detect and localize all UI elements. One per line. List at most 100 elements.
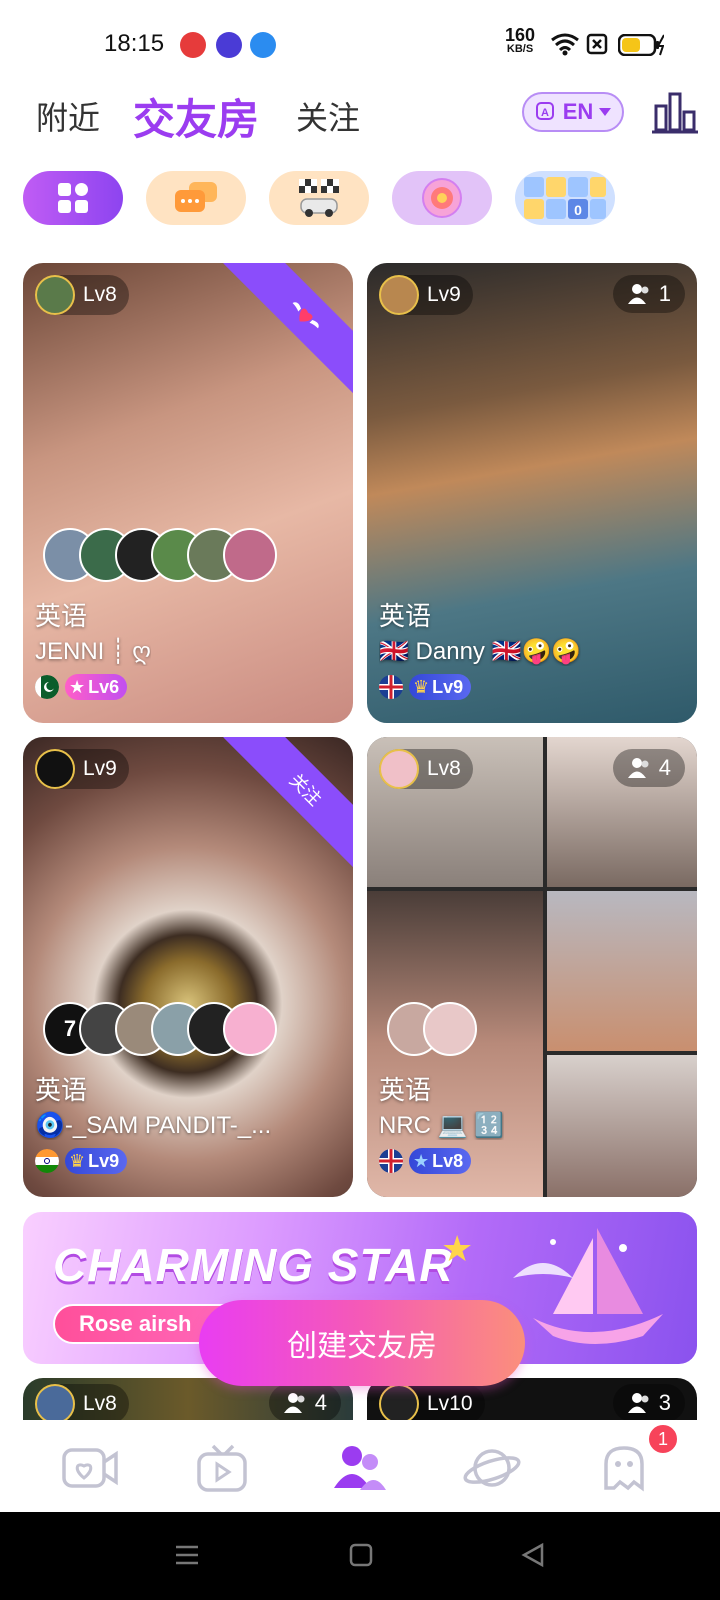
- clock: 18:15: [104, 30, 165, 57]
- host-level-badge: ♛ Lv9: [409, 674, 472, 700]
- member-avatars: [43, 528, 277, 584]
- host-name: NRC 💻 🔢: [379, 1112, 505, 1139]
- home-icon[interactable]: [348, 1542, 374, 1568]
- host-level-badge: ♛ Lv9: [65, 1148, 128, 1174]
- tab-following[interactable]: 关注: [296, 93, 360, 139]
- chevron-down-icon: [599, 108, 612, 116]
- create-room-button[interactable]: 创建交友房: [199, 1300, 525, 1386]
- avatar: [379, 275, 419, 315]
- tab-friend-rooms[interactable]: 交友房: [133, 86, 259, 147]
- no-sim-icon: [586, 33, 608, 55]
- number-puzzle-icon: 0: [524, 177, 606, 219]
- hot-ribbon: [223, 263, 353, 398]
- leaderboard-icon[interactable]: [652, 92, 698, 134]
- tab-nearby[interactable]: 附近: [36, 93, 100, 139]
- system-navigation-bar: [0, 1512, 720, 1600]
- star-icon: ★: [69, 676, 86, 697]
- category-chat[interactable]: [146, 171, 246, 225]
- battery-icon: [618, 34, 664, 56]
- category-all[interactable]: [23, 171, 123, 225]
- member-avatars: 7: [43, 1002, 277, 1058]
- users-icon: [627, 1393, 649, 1413]
- crown-icon: ♛: [69, 1150, 86, 1171]
- grid-icon: [58, 183, 88, 213]
- uk-flag-icon: [379, 675, 403, 699]
- svg-text:0: 0: [574, 202, 582, 218]
- host-badges: ★ Lv8: [379, 1148, 472, 1174]
- member-count: 4: [268, 1384, 341, 1422]
- crown-icon: ♛: [413, 676, 430, 697]
- star-icon: ★: [413, 1150, 430, 1171]
- member-count: 1: [612, 275, 685, 313]
- avatar: [379, 1384, 419, 1422]
- chat-bubbles-icon: [175, 182, 217, 212]
- india-flag-icon: [35, 1149, 59, 1173]
- room-owner-level: Lv9: [379, 275, 473, 315]
- room-card[interactable]: Lv9 关注 7 英语 🧿-_SAM PANDIT-_... ♛ Lv9: [23, 737, 353, 1197]
- live-tv-icon[interactable]: [193, 1442, 253, 1494]
- wheel-icon: [422, 178, 462, 218]
- host-level-badge: ★ Lv6: [65, 674, 128, 700]
- star-icon: ★: [441, 1228, 474, 1269]
- room-language: 英语: [379, 1075, 432, 1105]
- avatar: [223, 1002, 277, 1056]
- category-wheel[interactable]: [392, 171, 492, 225]
- app-notification-icon: [216, 32, 242, 58]
- host-level-badge: ★ Lv8: [409, 1148, 472, 1174]
- host-badges: ★ Lv6: [35, 674, 128, 700]
- menu-icon[interactable]: [174, 1542, 200, 1568]
- pakistan-flag-icon: [35, 675, 59, 699]
- uk-flag-icon: [379, 1149, 403, 1173]
- avatar: [35, 275, 75, 315]
- friend-rooms-icon[interactable]: [330, 1442, 390, 1494]
- room-language: 英语: [35, 1075, 88, 1105]
- room-language: 英语: [35, 601, 88, 631]
- users-icon: [283, 1393, 305, 1413]
- category-number-puzzle[interactable]: 0: [515, 171, 615, 225]
- users-icon: [627, 284, 649, 304]
- host-name: 🧿-_SAM PANDIT-_...: [35, 1112, 272, 1139]
- wifi-icon: [551, 33, 579, 56]
- avatar: [379, 749, 419, 789]
- messages-ghost-icon[interactable]: [594, 1442, 654, 1494]
- banner-title: CHARMING STAR: [53, 1239, 454, 1291]
- avatar: [35, 1384, 75, 1422]
- avatar: [223, 528, 277, 582]
- planet-icon[interactable]: [462, 1442, 522, 1494]
- collage-photo: [547, 891, 697, 1051]
- racing-flags-icon: [299, 179, 339, 217]
- avatar: [423, 1002, 477, 1056]
- host-name: JENNI ┊ ღ: [35, 638, 151, 665]
- host-badges: ♛ Lv9: [379, 674, 472, 700]
- host-name: 🇬🇧 Danny 🇬🇧🤪🤪: [379, 638, 582, 665]
- status-bar: 18:15 160 KB/S: [0, 0, 720, 90]
- room-owner-level: Lv8: [379, 749, 473, 789]
- collage-photo: [547, 1055, 697, 1197]
- room-card[interactable]: Lv8 英语 JENNI ┊ ღ ★ Lv6: [23, 263, 353, 723]
- svg-text:A: A: [541, 107, 549, 119]
- member-count: 3: [612, 1384, 685, 1422]
- category-racing[interactable]: [269, 171, 369, 225]
- host-badges: ♛ Lv9: [35, 1148, 128, 1174]
- translate-icon: A: [535, 102, 554, 120]
- video-call-icon[interactable]: [60, 1442, 120, 1494]
- following-ribbon: 关注: [223, 737, 353, 872]
- language-code: EN: [562, 99, 594, 124]
- winged-heart-icon: [292, 302, 319, 329]
- room-owner-level: Lv8: [35, 275, 129, 315]
- member-avatars: [387, 1002, 477, 1058]
- bottom-nav: [0, 1420, 720, 1512]
- room-owner-level: Lv9: [35, 749, 129, 789]
- room-owner-level: Lv8: [35, 1384, 129, 1422]
- room-language: 英语: [379, 601, 432, 631]
- users-icon: [627, 758, 649, 778]
- room-card[interactable]: Lv9 1 英语 🇬🇧 Danny 🇬🇧🤪🤪 ♛ Lv9: [367, 263, 697, 723]
- message-badge: 1: [647, 1423, 679, 1455]
- back-icon[interactable]: [520, 1542, 546, 1568]
- network-speed: 160 KB/S: [505, 25, 536, 55]
- room-card[interactable]: Lv8 4 英语 NRC 💻 🔢 ★ Lv8: [367, 737, 697, 1197]
- language-selector[interactable]: A EN: [522, 92, 624, 132]
- app-notification-icon-2: [250, 32, 276, 58]
- avatar: [35, 749, 75, 789]
- member-count: 4: [612, 749, 685, 787]
